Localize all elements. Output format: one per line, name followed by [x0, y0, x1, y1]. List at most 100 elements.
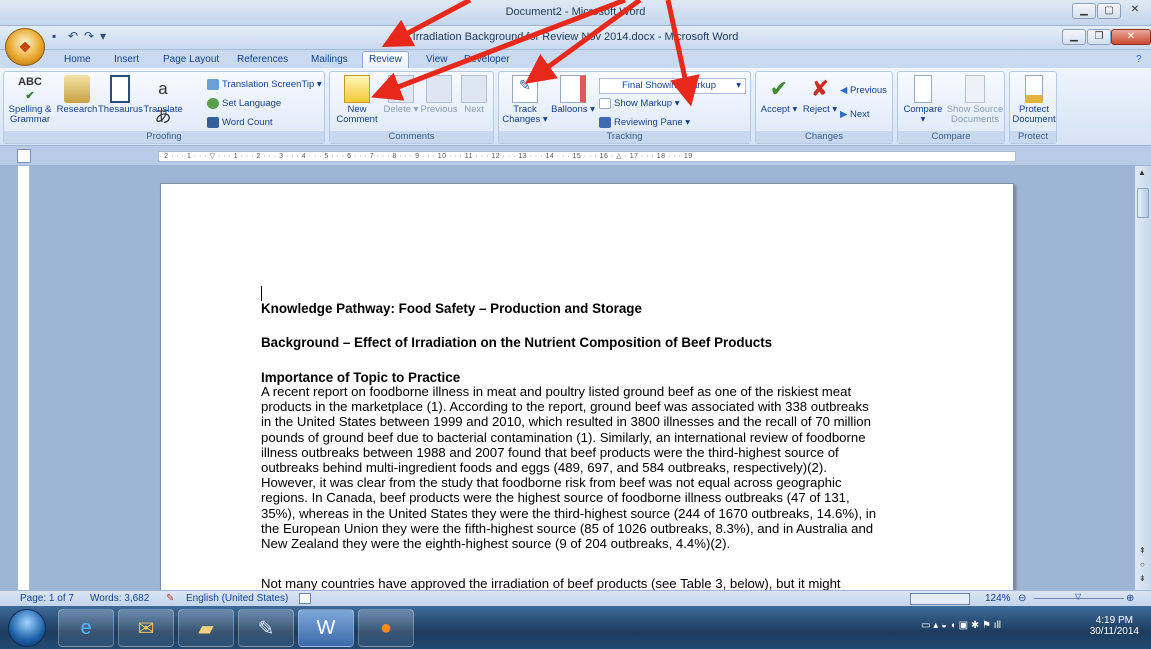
firefox-icon[interactable]: ●	[358, 609, 414, 647]
translation-screentip-label: Translation ScreenTip	[222, 79, 315, 90]
minimize-icon[interactable]: ▁	[1072, 3, 1096, 19]
word-taskbar-icon[interactable]: W	[298, 609, 354, 647]
close-button[interactable]: ✕	[1111, 29, 1151, 45]
research-button[interactable]: Research	[56, 75, 98, 115]
office-button[interactable]: ❖	[5, 28, 45, 66]
reject-button[interactable]: ✘ Reject ▾	[800, 75, 840, 115]
tab-review[interactable]: Review	[362, 51, 409, 68]
next-comment-button[interactable]: Next	[457, 75, 491, 115]
compare-group: Compare ▾ Show Source Documents Compare	[897, 71, 1005, 144]
previous-change-button[interactable]: ◀ Previous	[840, 84, 887, 98]
help-icon[interactable]: ?	[1130, 52, 1148, 68]
word-count-button[interactable]: Word Count	[207, 116, 273, 130]
reviewing-pane-button[interactable]: Reviewing Pane ▾	[599, 116, 690, 130]
window-title: Irradiation Background for Review Nov 20…	[412, 31, 739, 43]
set-language-label: Set Language	[222, 98, 282, 109]
new-comment-icon	[344, 75, 370, 103]
outlook-icon[interactable]: ✉	[118, 609, 174, 647]
arrow-right-icon: ▶	[840, 109, 848, 120]
research-icon	[64, 75, 90, 103]
protect-document-button[interactable]: Protect Document	[1012, 75, 1056, 125]
thesaurus-icon	[110, 75, 130, 103]
show-markup-label: Show Markup	[614, 98, 673, 109]
compare-button[interactable]: Compare ▾	[900, 75, 946, 125]
accept-button[interactable]: ✔ Accept ▾	[758, 75, 800, 115]
track-changes-button[interactable]: ✎ Track Changes ▾	[501, 75, 549, 125]
previous-page-icon[interactable]: ⇞	[1139, 546, 1146, 555]
display-for-review-dropdown[interactable]: Final Showing Markup ▾	[599, 78, 746, 94]
research-label: Research	[56, 104, 98, 115]
next-change-button[interactable]: ▶ Next	[840, 108, 870, 122]
set-language-button[interactable]: Set Language	[207, 97, 281, 111]
page-count[interactable]: Page: 1 of 7	[20, 593, 74, 604]
view-buttons[interactable]	[910, 593, 970, 605]
language-status[interactable]: English (United States)	[186, 593, 288, 604]
document-subheading: Background – Effect of Irradiation on th…	[261, 335, 773, 350]
start-button[interactable]	[8, 609, 46, 647]
delete-comment-button[interactable]: Delete ▾	[382, 75, 420, 115]
paragraph-line: A recent report on foodborne illness in …	[261, 384, 852, 399]
new-comment-button[interactable]: New Comment	[332, 75, 382, 125]
show-source-documents-button[interactable]: Show Source Documents	[946, 75, 1004, 125]
scroll-up-icon[interactable]: ▲	[1138, 168, 1146, 177]
paint-icon[interactable]: ✎	[238, 609, 294, 647]
macro-recording-icon[interactable]	[299, 593, 311, 604]
show-markup-button[interactable]: Show Markup ▾	[599, 97, 680, 111]
internet-explorer-icon[interactable]: e	[58, 609, 114, 647]
clock[interactable]: 4:19 PM 30/11/2014	[1090, 615, 1139, 637]
tab-page-layout[interactable]: Page Layout	[157, 52, 225, 68]
comments-group-label: Comments	[330, 131, 493, 143]
paragraph-line: in the United States between 1999 and 20…	[261, 414, 871, 430]
tab-selector-button[interactable]	[17, 149, 31, 163]
thesaurus-button[interactable]: Thesaurus	[98, 75, 143, 115]
restore-button[interactable]: ❐	[1087, 29, 1111, 45]
background-window-title: Document2 - Microsoft Word	[505, 6, 646, 18]
clock-time: 4:19 PM	[1095, 615, 1133, 626]
translation-screentip-button[interactable]: Translation ScreenTip ▾	[207, 78, 322, 92]
window-titlebar: ▪ ↶ ↷ ▾ Irradiation Background for Revie…	[0, 26, 1151, 50]
accept-label: Accept	[760, 104, 790, 115]
tab-home[interactable]: Home	[58, 52, 97, 68]
zoom-out-icon[interactable]: ⊖	[1018, 593, 1026, 604]
word-count[interactable]: Words: 3,682	[90, 593, 149, 604]
paragraph-line: pounds of ground beef due to bacterial c…	[261, 429, 866, 445]
browse-object-icon[interactable]: ○	[1140, 560, 1145, 569]
paragraph-line: products in the marketplace (1). Accordi…	[261, 399, 869, 415]
scrollbar-thumb[interactable]	[1137, 188, 1149, 218]
zoom-in-icon[interactable]: ⊕	[1126, 593, 1134, 604]
proofing-status-icon[interactable]: ✎	[166, 593, 174, 604]
thesaurus-label: Thesaurus	[98, 104, 143, 115]
word-count-label: Word Count	[222, 117, 273, 128]
vertical-scrollbar[interactable]: ▲ ⇞ ○ ⇟	[1134, 166, 1151, 590]
maximize-icon[interactable]: ▢	[1097, 3, 1121, 19]
ruler-bar: · 2 · · · 1 · · · ▽ · · · 1 · · · 2 · · …	[0, 146, 1151, 166]
translate-icon: aあ	[154, 79, 172, 126]
document-page[interactable]: Knowledge Pathway: Food Safety – Product…	[160, 183, 1014, 603]
tab-insert[interactable]: Insert	[108, 52, 145, 68]
zoom-slider-thumb[interactable]: ▽	[1075, 592, 1081, 601]
next-page-icon[interactable]: ⇟	[1139, 574, 1146, 583]
new-comment-label: New Comment	[336, 104, 378, 125]
close-icon[interactable]: ✕	[1122, 3, 1148, 19]
arrow-left-icon: ◀	[840, 85, 848, 96]
vertical-ruler[interactable]	[18, 166, 30, 590]
taskbar: e ✉ ▰ ✎ W ● ▭ ▴ ◒ ◖ ▣ ✱ ⚑ ıll 4:19 PM 30…	[0, 606, 1151, 649]
tab-developer[interactable]: Developer	[458, 52, 516, 68]
tab-references[interactable]: References	[231, 52, 294, 68]
tab-mailings[interactable]: Mailings	[305, 52, 354, 68]
horizontal-ruler[interactable]: · 2 · · · 1 · · · ▽ · · · 1 · · · 2 · · …	[158, 151, 1016, 162]
spelling-grammar-button[interactable]: ABC ✔ Spelling & Grammar	[6, 75, 54, 125]
protect-group: Protect Document Protect	[1009, 71, 1057, 144]
minimize-button[interactable]: ▁	[1062, 29, 1086, 45]
tray-icons[interactable]: ▭ ▴ ◒ ◖ ▣ ✱ ⚑ ıll	[921, 620, 1001, 631]
compare-icon	[914, 75, 932, 103]
file-explorer-icon[interactable]: ▰	[178, 609, 234, 647]
system-tray: ▭ ▴ ◒ ◖ ▣ ✱ ⚑ ıll 4:19 PM 30/11/2014	[911, 606, 1151, 649]
next-paragraph-line: Not many countries have approved the irr…	[261, 576, 841, 591]
show-source-icon	[965, 75, 985, 103]
tab-view[interactable]: View	[420, 52, 454, 68]
previous-comment-button[interactable]: Previous	[420, 75, 458, 115]
zoom-level[interactable]: 124%	[985, 593, 1011, 604]
translate-button[interactable]: aあ Translate	[141, 75, 185, 126]
balloons-button[interactable]: Balloons ▾	[551, 75, 595, 115]
